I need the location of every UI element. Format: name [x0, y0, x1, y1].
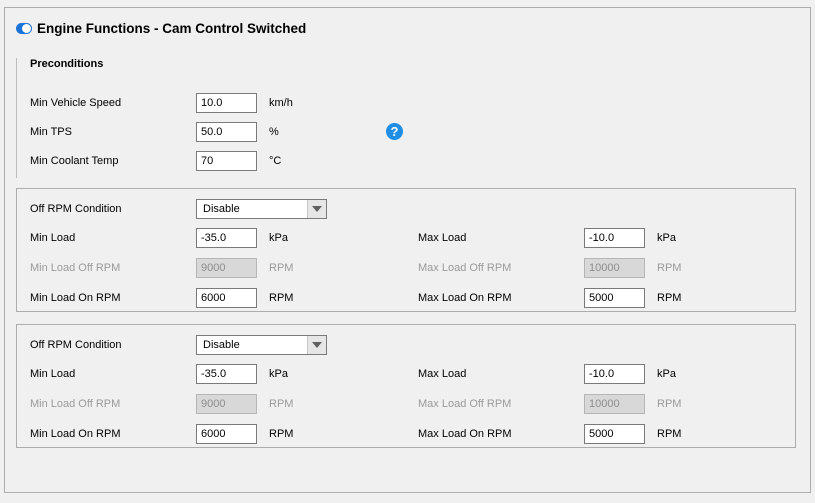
- min-load-off-rpm-unit: RPM: [269, 262, 294, 274]
- max-load-input[interactable]: -10.0: [584, 228, 645, 248]
- max-load-on-rpm-label: Max Load On RPM: [418, 292, 512, 304]
- min-load-label: Min Load: [30, 368, 76, 380]
- max-load-unit: kPa: [657, 368, 676, 380]
- max-load-input[interactable]: -10.0: [584, 364, 645, 384]
- max-load-on-rpm-unit: RPM: [657, 292, 682, 304]
- off-rpm-condition-value: Disable: [203, 203, 240, 215]
- max-load-on-rpm-input[interactable]: 5000: [584, 288, 645, 308]
- preconditions-heading: Preconditions: [30, 58, 104, 70]
- min-tps-input[interactable]: 50.0: [196, 122, 257, 142]
- min-load-label: Min Load: [30, 232, 76, 244]
- min-load-off-rpm-input: 9000: [196, 258, 257, 278]
- max-load-off-rpm-unit: RPM: [657, 262, 682, 274]
- min-load-on-rpm-unit: RPM: [269, 292, 294, 304]
- min-vehicle-speed-unit: km/h: [269, 97, 293, 109]
- min-load-on-rpm-label: Min Load On RPM: [30, 292, 121, 304]
- min-coolant-temp-label: Min Coolant Temp: [30, 155, 119, 167]
- min-load-on-rpm-input[interactable]: 6000: [196, 424, 257, 444]
- max-load-on-rpm-label: Max Load On RPM: [418, 428, 512, 440]
- enable-toggle-icon[interactable]: [16, 23, 32, 34]
- page-title: Engine Functions - Cam Control Switched: [37, 21, 307, 36]
- min-coolant-temp-unit: °C: [269, 155, 282, 167]
- min-load-on-rpm-label: Min Load On RPM: [30, 428, 121, 440]
- min-tps-unit: %: [269, 126, 279, 138]
- help-icon[interactable]: ?: [386, 123, 403, 140]
- min-load-off-rpm-label: Min Load Off RPM: [30, 398, 121, 410]
- min-load-off-rpm-label: Min Load Off RPM: [30, 262, 121, 274]
- off-rpm-condition-select[interactable]: Disable: [196, 199, 327, 219]
- off-rpm-condition-label: Off RPM Condition: [30, 339, 122, 351]
- min-load-unit: kPa: [269, 232, 288, 244]
- min-vehicle-speed-input[interactable]: 10.0: [196, 93, 257, 113]
- max-load-unit: kPa: [657, 232, 676, 244]
- max-load-off-rpm-input: 10000: [584, 258, 645, 278]
- min-load-unit: kPa: [269, 368, 288, 380]
- min-load-on-rpm-input[interactable]: 6000: [196, 288, 257, 308]
- max-load-label: Max Load: [418, 368, 467, 380]
- max-load-label: Max Load: [418, 232, 467, 244]
- chevron-down-icon[interactable]: [307, 336, 326, 354]
- min-coolant-temp-input[interactable]: 70: [196, 151, 257, 171]
- min-load-off-rpm-input: 9000: [196, 394, 257, 414]
- max-load-off-rpm-label: Max Load Off RPM: [418, 398, 512, 410]
- min-load-input[interactable]: -35.0: [196, 364, 257, 384]
- min-vehicle-speed-label: Min Vehicle Speed: [30, 97, 122, 109]
- max-load-on-rpm-input[interactable]: 5000: [584, 424, 645, 444]
- max-load-on-rpm-unit: RPM: [657, 428, 682, 440]
- preconditions-divider: [16, 58, 17, 178]
- off-rpm-condition-label: Off RPM Condition: [30, 203, 122, 215]
- min-load-off-rpm-unit: RPM: [269, 398, 294, 410]
- min-load-on-rpm-unit: RPM: [269, 428, 294, 440]
- max-load-off-rpm-input: 10000: [584, 394, 645, 414]
- min-load-input[interactable]: -35.0: [196, 228, 257, 248]
- off-rpm-condition-value: Disable: [203, 339, 240, 351]
- chevron-down-icon[interactable]: [307, 200, 326, 218]
- max-load-off-rpm-label: Max Load Off RPM: [418, 262, 512, 274]
- min-tps-label: Min TPS: [30, 126, 72, 138]
- off-rpm-condition-select[interactable]: Disable: [196, 335, 327, 355]
- max-load-off-rpm-unit: RPM: [657, 398, 682, 410]
